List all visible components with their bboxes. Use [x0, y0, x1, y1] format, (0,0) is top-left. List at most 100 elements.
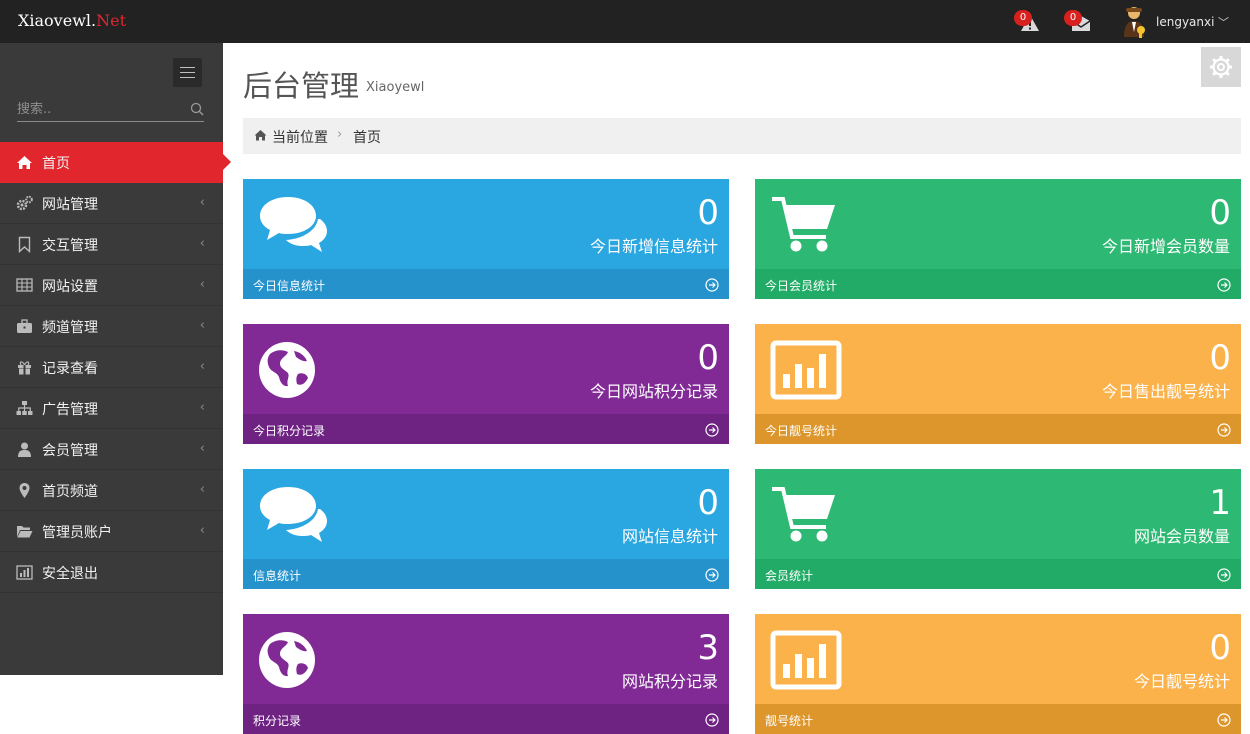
- globe-icon: [258, 340, 330, 400]
- user-menu[interactable]: lengyanxi ﹀: [1120, 6, 1240, 38]
- messages-button[interactable]: 0: [1064, 10, 1094, 34]
- stat-footer[interactable]: 今日积分记录: [243, 414, 729, 444]
- chevron-left-icon: ‹: [199, 236, 205, 251]
- shopping-cart-icon: [770, 195, 842, 255]
- sidebar-item-label: 网站管理: [42, 197, 98, 213]
- arrow-circle-right-icon[interactable]: [1217, 567, 1231, 586]
- map-marker-icon: [19, 483, 30, 498]
- stat-footer-link[interactable]: 今日靓号统计: [765, 422, 837, 439]
- gear-icon: [1210, 56, 1232, 78]
- bar-chart-icon: [770, 630, 842, 690]
- search-input[interactable]: [17, 97, 182, 121]
- stat-label: 今日售出靓号统计: [1101, 382, 1230, 401]
- stat-value: 0: [1209, 338, 1231, 378]
- stat-footer[interactable]: 今日信息统计: [243, 269, 729, 299]
- brand-name: Xiaovewl.: [18, 11, 97, 30]
- stat-footer[interactable]: 靓号统计: [755, 704, 1241, 734]
- alerts-badge: 0: [1014, 10, 1032, 26]
- sidebar-item-home[interactable]: 首页: [0, 142, 231, 183]
- stat-value: 0: [1209, 628, 1231, 668]
- stat-tile[interactable]: 0 今日新增会员数量 今日会员统计: [755, 179, 1241, 299]
- comments-icon: [258, 195, 330, 255]
- sidebar-item-label: 首页: [42, 156, 70, 172]
- alerts-button[interactable]: 0: [1014, 10, 1044, 34]
- sidebar-item-site-management[interactable]: 网站管理 ‹: [0, 183, 223, 224]
- stat-tile[interactable]: 0 网站信息统计信息统计: [243, 469, 729, 589]
- stat-footer-link[interactable]: 今日积分记录: [253, 422, 325, 439]
- stat-label: 今日网站积分记录: [589, 382, 718, 401]
- stat-value: 1: [1209, 483, 1231, 523]
- stat-footer-link[interactable]: 会员统计: [765, 567, 813, 584]
- arrow-circle-right-icon[interactable]: [1217, 277, 1231, 296]
- chevron-left-icon: ‹: [199, 359, 205, 374]
- stat-footer-link[interactable]: 靓号统计: [765, 712, 813, 729]
- comments-icon: [258, 485, 330, 545]
- sidebar-item-label: 安全退出: [42, 566, 98, 582]
- brand-accent: Net: [96, 11, 126, 30]
- sidebar-item-logout[interactable]: 安全退出: [0, 552, 223, 593]
- stat-tile[interactable]: 3 网站积分记录 积分记录: [243, 614, 729, 734]
- stat-label: 网站信息统计: [621, 527, 718, 546]
- arrow-circle-right-icon[interactable]: [705, 422, 719, 441]
- breadcrumb-location[interactable]: 当前位置: [272, 127, 328, 147]
- sidebar-item-label: 网站设置: [42, 279, 98, 295]
- sidebar-item-label: 首页频道: [42, 484, 98, 500]
- brand-logo[interactable]: Xiaovewl.Net: [18, 11, 126, 30]
- stat-tile[interactable]: 0 今日靓号统计 靓号统计: [755, 614, 1241, 734]
- stat-footer[interactable]: 信息统计: [243, 559, 729, 589]
- stat-footer[interactable]: 会员统计: [755, 559, 1241, 589]
- arrow-circle-right-icon[interactable]: [705, 277, 719, 296]
- chevron-left-icon: ‹: [199, 318, 205, 333]
- stat-label: 网站积分记录: [621, 672, 718, 691]
- hamburger-line: [180, 67, 195, 68]
- stat-footer[interactable]: 今日会员统计: [755, 269, 1241, 299]
- stat-tile[interactable]: 1 网站会员数量 会员统计: [755, 469, 1241, 589]
- sidebar-item-records[interactable]: 记录查看 ‹: [0, 347, 223, 388]
- shopping-cart-icon: [770, 485, 842, 545]
- stat-footer[interactable]: 今日靓号统计: [755, 414, 1241, 444]
- sidebar-item-site-settings[interactable]: 网站设置 ‹: [0, 265, 223, 306]
- hamburger-line: [180, 72, 195, 73]
- home-icon: [254, 130, 267, 141]
- sidebar-item-ads[interactable]: 广告管理 ‹: [0, 388, 223, 429]
- chevron-left-icon: ‹: [199, 482, 205, 497]
- messages-badge: 0: [1064, 10, 1082, 26]
- username: lengyanxi: [1156, 15, 1215, 29]
- chevron-left-icon: ‹: [199, 523, 205, 538]
- stat-label: 今日新增会员数量: [1101, 237, 1230, 256]
- stat-value: 0: [697, 338, 719, 378]
- sitemap-icon: [16, 401, 33, 415]
- top-navbar: Xiaovewl.Net 0 0 lengyanxi ﹀: [0, 0, 1250, 43]
- arrow-circle-right-icon[interactable]: [705, 567, 719, 586]
- chevron-down-icon: ﹀: [1218, 16, 1229, 29]
- settings-button[interactable]: [1201, 47, 1241, 87]
- folder-open-icon: [17, 526, 33, 538]
- arrow-circle-right-icon[interactable]: [1217, 712, 1231, 731]
- stat-tile[interactable]: 0 今日售出靓号统计今日靓号统计: [755, 324, 1241, 444]
- sidebar-item-channels[interactable]: 频道管理 ‹: [0, 306, 223, 347]
- user-icon: [18, 442, 31, 457]
- sidebar-item-admin-accounts[interactable]: 管理员账户 ‹: [0, 511, 223, 552]
- menu-toggle-button[interactable]: [173, 58, 202, 87]
- sidebar-nav: 首页 网站管理 ‹ 交互管理 ‹ 网站设置 ‹ 频道管理 ‹ 记录查看 ‹ 广告…: [0, 142, 231, 593]
- arrow-circle-right-icon[interactable]: [1217, 422, 1231, 441]
- stat-footer-link[interactable]: 今日信息统计: [253, 277, 325, 294]
- search-icon[interactable]: [190, 102, 204, 116]
- stat-tile[interactable]: 0 今日新增信息统计 今日信息统计: [243, 179, 729, 299]
- stat-footer-link[interactable]: 信息统计: [253, 567, 301, 584]
- sidebar-item-interaction[interactable]: 交互管理 ‹: [0, 224, 223, 265]
- cogs-icon: [16, 195, 33, 211]
- arrow-circle-right-icon[interactable]: [705, 712, 719, 731]
- stat-value: 0: [697, 483, 719, 523]
- stat-tile[interactable]: 0 今日网站积分记录今日积分记录: [243, 324, 729, 444]
- breadcrumb-separator: ›: [337, 127, 343, 142]
- sidebar-item-label: 广告管理: [42, 402, 98, 418]
- stat-footer[interactable]: 积分记录: [243, 704, 729, 734]
- stat-footer-link[interactable]: 积分记录: [253, 712, 301, 729]
- chevron-left-icon: ‹: [199, 441, 205, 456]
- sidebar-item-home-channels[interactable]: 首页频道 ‹: [0, 470, 223, 511]
- chevron-left-icon: ‹: [199, 195, 205, 210]
- sidebar-item-members[interactable]: 会员管理 ‹: [0, 429, 223, 470]
- bar-chart-icon: [16, 565, 33, 580]
- stat-footer-link[interactable]: 今日会员统计: [765, 277, 837, 294]
